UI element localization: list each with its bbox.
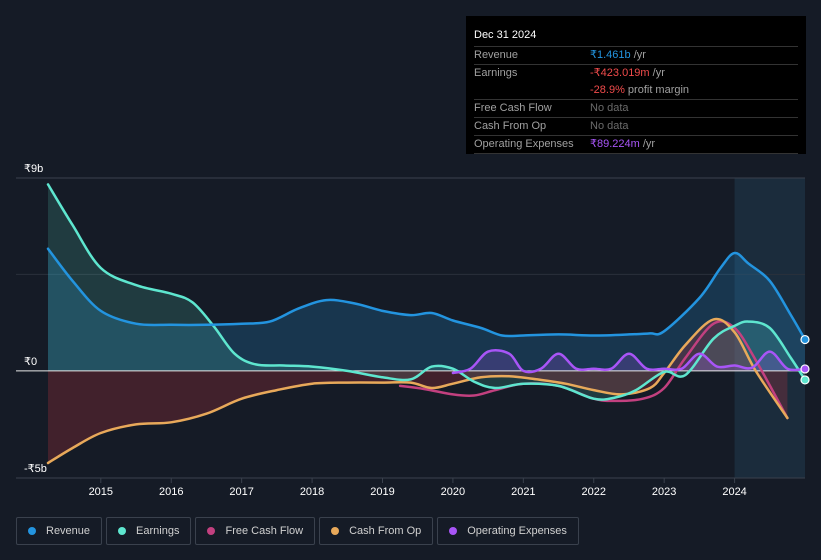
tooltip-value-unit: /yr <box>639 138 656 150</box>
tooltip-rows: Revenue ₹1.461b /yr Earnings -₹423.019m /yr… <box>474 47 798 154</box>
tooltip-value-amount: -₹423.019m <box>590 67 650 79</box>
x-tick-label: 2018 <box>300 486 324 498</box>
tooltip-row: -28.9% profit margin <box>474 82 798 100</box>
end-marker-operating-expenses <box>800 364 810 374</box>
legend-dot-icon <box>207 527 216 535</box>
legend-dot-icon <box>331 527 340 535</box>
legend-item-operating-expenses[interactable]: Operating Expenses <box>437 517 579 545</box>
y-tick-label: ₹9b <box>24 163 43 175</box>
legend-dot-icon <box>118 527 127 535</box>
tooltip-row-label <box>474 82 590 99</box>
legend-label: Cash From Op <box>349 525 422 537</box>
tooltip-value-amount: -28.9% <box>590 84 625 96</box>
legend-label: Revenue <box>46 525 91 537</box>
y-axis-labels: ₹9b ₹0 -₹5b <box>24 163 47 475</box>
tooltip-row: Free Cash Flow No data <box>474 100 798 118</box>
tooltip-row-label: Cash From Op <box>474 120 547 132</box>
legend-label: Operating Expenses <box>467 525 567 537</box>
tooltip-row-value: -28.9% profit margin <box>590 82 689 99</box>
legend-label: Earnings <box>136 525 180 537</box>
tooltip-value-amount: No data <box>590 102 629 114</box>
x-tick-label: 2020 <box>441 486 465 498</box>
legend-item-cash-from-op[interactable]: Cash From Op <box>319 517 434 545</box>
tooltip: Dec 31 2024 Revenue ₹1.461b /yr Earnings -₹… <box>466 16 806 154</box>
tooltip-row-label: Free Cash Flow <box>474 102 552 114</box>
tooltip-value-amount: ₹1.461b <box>590 49 631 61</box>
tooltip-row-value: ₹89.224m /yr <box>590 136 655 153</box>
tooltip-row-value: No data <box>590 100 629 117</box>
tooltip-value-amount: ₹89.224m <box>590 138 640 150</box>
y-tick-label: ₹0 <box>24 356 37 368</box>
tooltip-row-value: ₹1.461b /yr <box>590 47 646 64</box>
tooltip-row: Cash From Op No data <box>474 118 798 136</box>
x-tick-label: 2022 <box>582 486 606 498</box>
end-marker-revenue <box>800 334 810 345</box>
x-axis-labels: 2015 2016 2017 2018 2019 2020 2021 2022 2023 2024 <box>89 478 747 498</box>
legend-item-revenue[interactable]: Revenue <box>16 517 103 545</box>
end-marker-earnings <box>800 375 810 385</box>
x-tick-label: 2019 <box>370 486 394 498</box>
x-tick-label: 2017 <box>229 486 253 498</box>
tooltip-row: Earnings -₹423.019m /yr <box>474 65 798 82</box>
legend-dot-icon <box>28 527 36 535</box>
legend: Revenue Earnings Free Cash Flow Cash From O… <box>16 517 579 545</box>
legend-item-free-cash-flow[interactable]: Free Cash Flow <box>195 517 316 545</box>
x-tick-label: 2024 <box>722 486 746 498</box>
x-tick-label: 2021 <box>511 486 535 498</box>
tooltip-row-value: -₹423.019m /yr <box>590 65 665 82</box>
tooltip-row: Revenue ₹1.461b /yr <box>474 47 798 65</box>
legend-label: Free Cash Flow <box>225 525 304 537</box>
tooltip-date: Dec 31 2024 <box>474 24 798 47</box>
tooltip-row-label: Revenue <box>474 49 519 61</box>
tooltip-row-label: Operating Expenses <box>474 138 574 150</box>
x-tick-label: 2015 <box>89 486 113 498</box>
tooltip-row-label: Earnings <box>474 67 518 79</box>
tooltip-value-unit: /yr <box>649 67 665 79</box>
x-tick-label: 2023 <box>652 486 676 498</box>
x-tick-label: 2016 <box>159 486 183 498</box>
legend-dot-icon <box>449 527 458 535</box>
tooltip-value-amount: No data <box>590 120 629 132</box>
y-tick-label: -₹5b <box>24 463 47 475</box>
tooltip-value-unit: profit margin <box>624 84 690 96</box>
tooltip-row-value: No data <box>590 118 629 135</box>
tooltip-row: Operating Expenses ₹89.224m /yr <box>474 136 798 154</box>
legend-item-earnings[interactable]: Earnings <box>106 517 192 545</box>
tooltip-value-unit: /yr <box>630 49 646 61</box>
